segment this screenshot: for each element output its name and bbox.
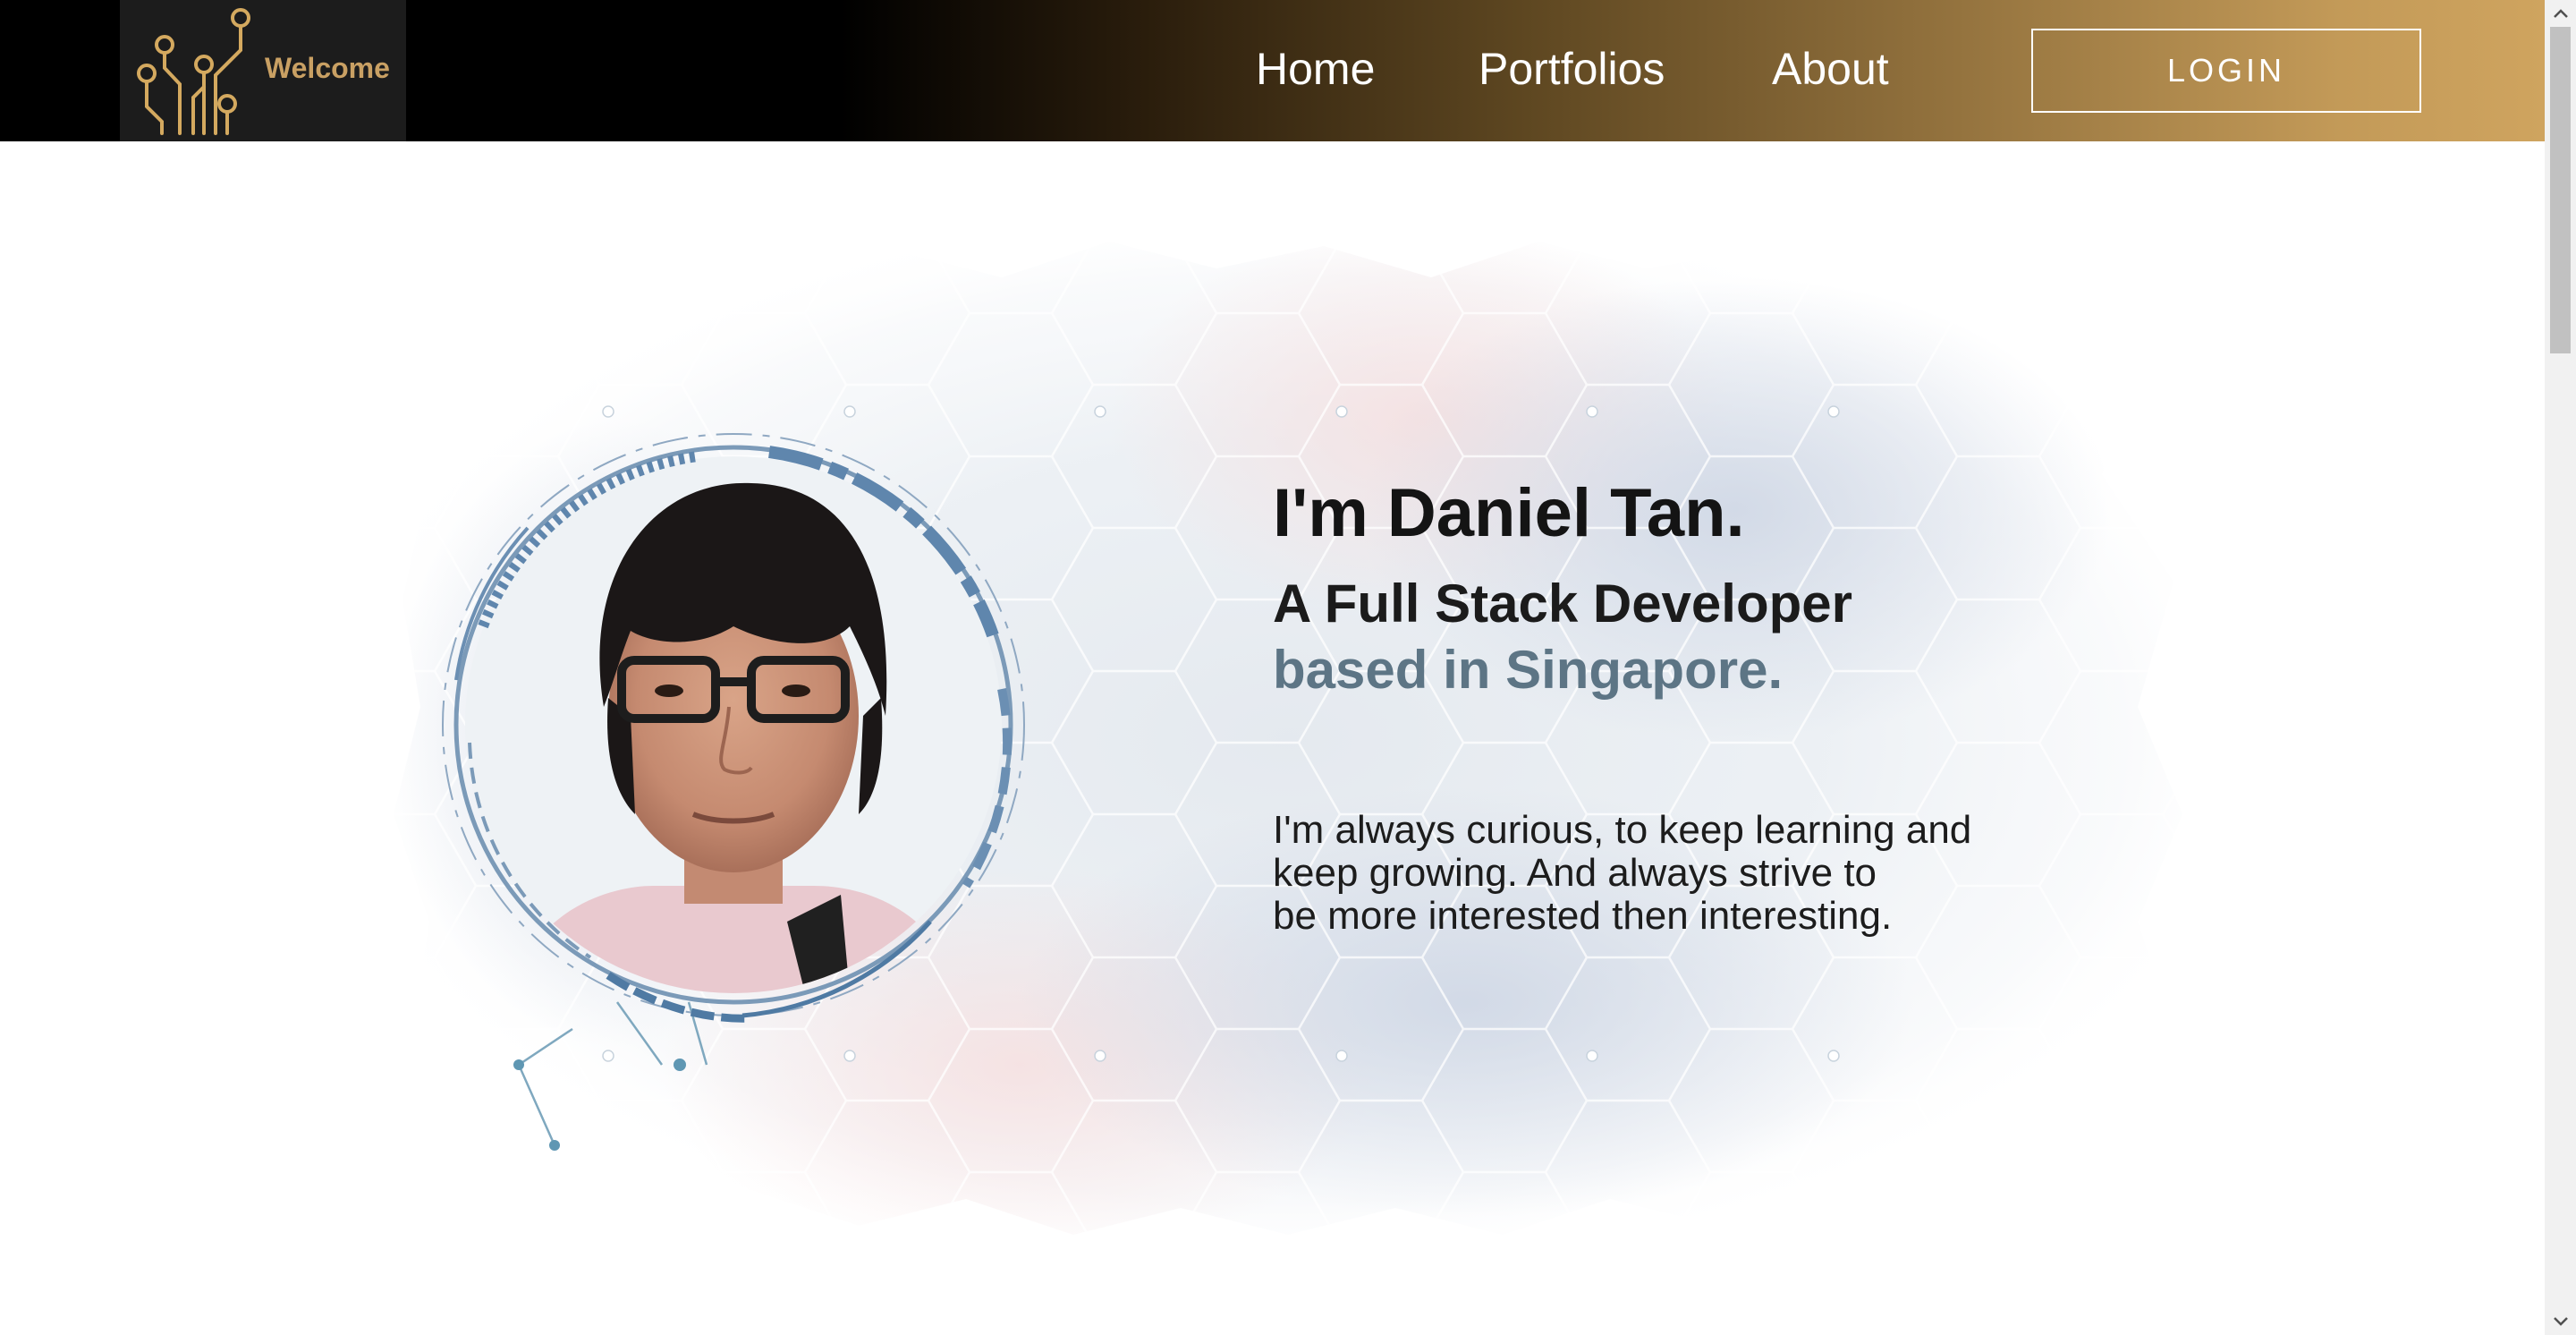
hero-title: I'm Daniel Tan. xyxy=(1273,475,1745,551)
top-navbar: Welcome Home Portfolios About LOGIN xyxy=(0,0,2545,141)
hero-subtitle-location: based in Singapore. xyxy=(1273,640,1784,700)
profile-avatar xyxy=(442,433,1025,1023)
brand[interactable]: Welcome xyxy=(120,0,406,141)
hero-subtitle-role: A Full Stack Developer xyxy=(1273,574,1852,633)
chevron-down-icon[interactable] xyxy=(2545,1308,2576,1335)
chevron-up-icon[interactable] xyxy=(2545,0,2576,27)
scrollbar-thumb[interactable] xyxy=(2550,27,2571,353)
circuit-tree-logo-icon xyxy=(137,8,250,135)
hero-bio: I'm always curious, to keep learning and… xyxy=(1273,809,1971,938)
nav-home-link[interactable]: Home xyxy=(1256,43,1375,95)
login-button[interactable]: LOGIN xyxy=(2031,29,2421,113)
hero-bio-line: keep growing. And always strive to xyxy=(1273,851,1877,895)
brand-text: Welcome xyxy=(265,52,390,84)
page: I'm Daniel Tan. A Full Stack Developer b… xyxy=(0,0,2576,1335)
hero-bio-line: be more interested then interesting. xyxy=(1273,894,1893,938)
nav-portfolios-link[interactable]: Portfolios xyxy=(1479,43,1665,95)
nav-about-link[interactable]: About xyxy=(1772,43,1889,95)
hero-bio-line: I'm always curious, to keep learning and xyxy=(1273,808,1972,852)
page-scrollbar[interactable] xyxy=(2545,0,2576,1335)
